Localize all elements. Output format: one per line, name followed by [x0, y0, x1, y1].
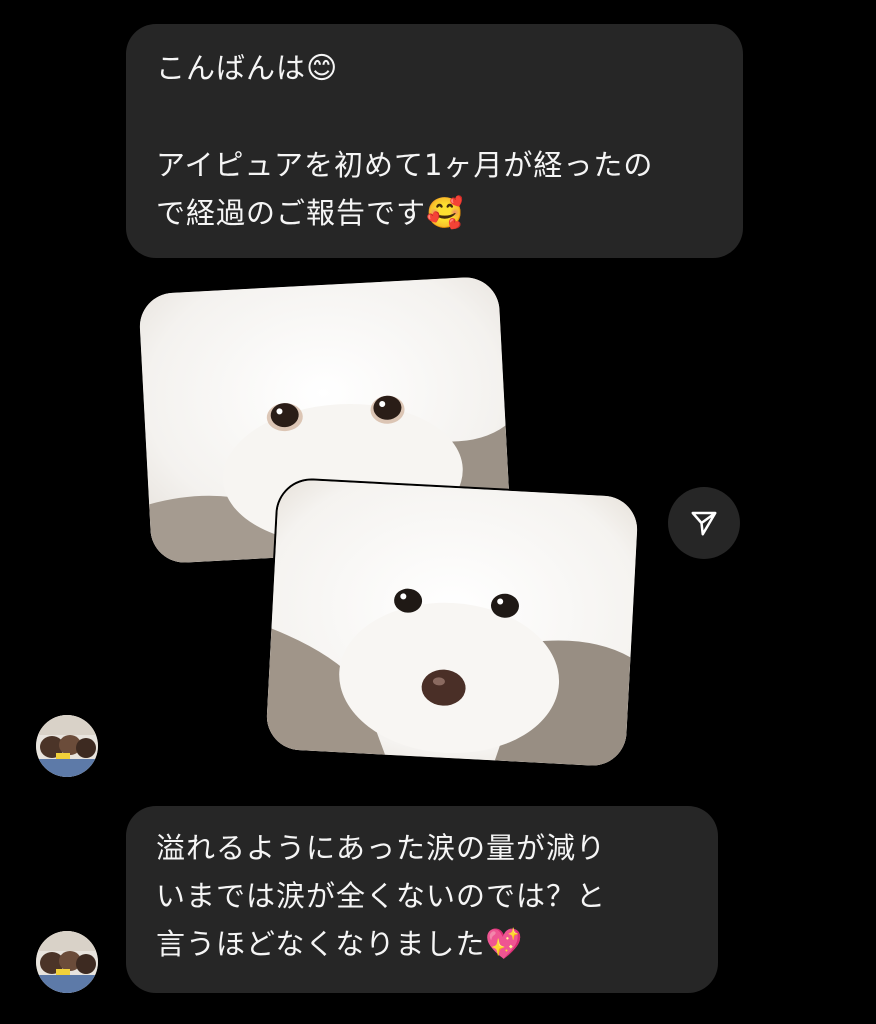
shared-photo[interactable]	[265, 478, 639, 768]
sparkling-heart-emoji-icon: 💖	[485, 927, 524, 962]
smiling-hearts-emoji-icon: 🥰	[426, 196, 465, 231]
send-icon	[691, 511, 717, 536]
message-line: 言うほどなくなりました💖	[156, 927, 524, 962]
message-line: 溢れるようにあった涙の量が減り	[156, 831, 607, 865]
message-line: で経過のご報告です🥰	[156, 196, 465, 231]
avatar[interactable]	[36, 931, 98, 993]
avatar[interactable]	[36, 715, 98, 777]
message-bubble[interactable]: 溢れるようにあった涙の量が減り いまでは涙が全くないのでは？と 言うほどなくなり…	[126, 806, 718, 993]
smiling-emoji-icon: 😊	[306, 51, 339, 86]
message-line: いまでは涙が全くないのでは？と	[156, 879, 607, 913]
share-button[interactable]	[668, 487, 740, 559]
dog-photo-image	[265, 478, 639, 768]
profile-avatar-image	[36, 931, 98, 993]
message-bubble[interactable]: こんばんは😊 アイピュアを初めて1ヶ月が経ったの で経過のご報告です🥰	[126, 24, 743, 258]
message-line: アイピュアを初めて1ヶ月が経ったの	[156, 148, 654, 182]
profile-avatar-image	[36, 715, 98, 777]
message-line: こんばんは😊	[156, 51, 339, 86]
